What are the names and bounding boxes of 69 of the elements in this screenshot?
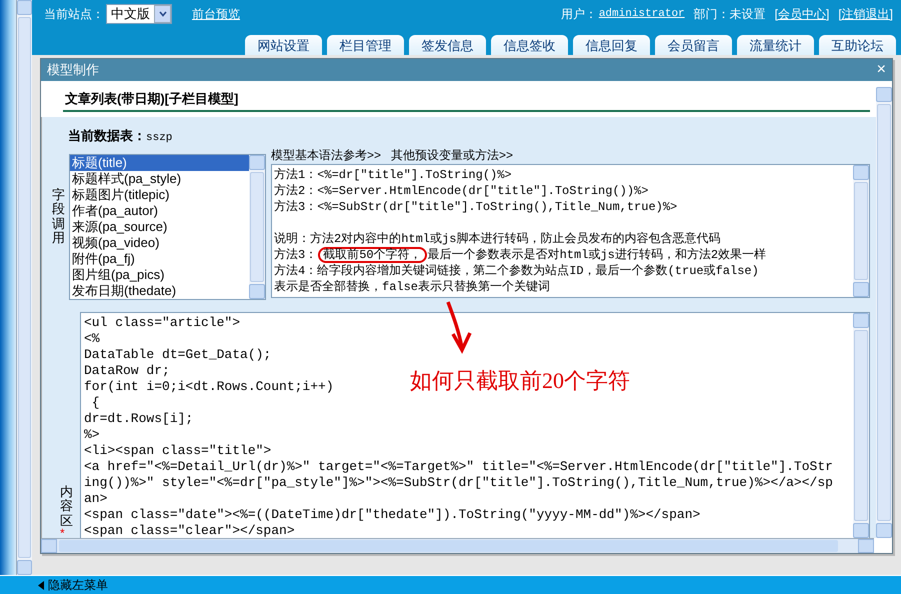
code-line: dr=dt.Rows[i]; xyxy=(84,411,194,427)
code-line: <% xyxy=(84,331,100,347)
code-line: ing())%>" style="<%=dr["pa_style"]%>"><%=SubStr(dr["title"].ToString(),Title_Num,true)%></a></sp xyxy=(84,475,833,491)
field-item[interactable]: 附件(pa_fj) xyxy=(70,251,249,267)
preview-link[interactable]: 前台预览 xyxy=(192,6,240,22)
scrollbar[interactable] xyxy=(249,155,265,299)
code-line: <ul class="article"> xyxy=(84,315,240,331)
field-item[interactable]: 作者(pa_autor) xyxy=(70,203,249,219)
nav-tab[interactable]: 信息签收 xyxy=(491,35,568,55)
department-text: 部门：未设置 xyxy=(694,6,766,22)
left-triangle-icon[interactable] xyxy=(38,580,44,590)
content-label: 内容区 xyxy=(60,485,73,528)
hide-menu-link[interactable]: 隐藏左菜单 xyxy=(48,576,108,594)
scrollbar[interactable] xyxy=(853,165,869,297)
syntax-line: 方法2：<%=Server.HtmlEncode(dr["title"].ToString())%> xyxy=(274,183,650,199)
code-line: %> xyxy=(84,427,100,443)
member-center-link[interactable]: [会员中心] xyxy=(774,6,830,22)
field-item[interactable]: 图片组(pa_pics) xyxy=(70,267,249,283)
code-line: <li><span class="title"> xyxy=(84,443,272,459)
field-item[interactable]: 标题图片(titlepic) xyxy=(70,187,249,203)
nav-tab[interactable]: 信息回复 xyxy=(573,35,650,55)
syntax-line: 方法3： 截取前50个字符， 最后一个参数表示是否对html或js进行转码，和方法2效果一样 xyxy=(274,247,768,263)
table-label: 当前数据表： xyxy=(68,127,146,145)
code-line: { xyxy=(90,395,100,411)
user-label: 用户： xyxy=(560,6,597,22)
syntax-textarea[interactable] xyxy=(271,164,870,298)
syntax-line: 方法3：<%=SubStr(dr["title"].ToString(),Title_Num,true)%> xyxy=(274,199,678,215)
nav-tab[interactable]: 网站设置 xyxy=(245,35,322,55)
field-item[interactable]: 来源(pa_source) xyxy=(70,219,249,235)
code-line: <span class="date"><%=((DateTime)dr["thedate"]).ToString("yyyy-MM-dd")%></span> xyxy=(84,507,700,523)
syntax-line: 表示是否全部替换，false表示只替换第一个关键词 xyxy=(274,279,552,295)
code-line: DataRow dr; xyxy=(84,363,170,379)
syntax-line: 说明：方法2对内容中的html或js脚本进行转码，防止会员发布的内容包含恶意代码 xyxy=(274,231,722,247)
code-line: <span class="clear"></span> xyxy=(84,523,295,539)
logout-link[interactable]: [注销退出] xyxy=(838,6,893,22)
field-item[interactable]: 标题(title) xyxy=(70,155,249,171)
code-line: an> xyxy=(84,491,108,507)
horizontal-scrollbar[interactable] xyxy=(41,538,874,553)
dialog-title: 模型制作 xyxy=(47,61,99,79)
required-mark: * xyxy=(60,528,66,538)
syntax-link[interactable]: 模型基本语法参考>> xyxy=(271,146,382,164)
code-editor[interactable] xyxy=(80,312,870,538)
syntax-link[interactable]: 其他预设变量或方法>> xyxy=(391,146,514,164)
nav-tab[interactable]: 会员留言 xyxy=(655,35,732,55)
field-list[interactable]: 标题(title) 标题样式(pa_style) 标题图片(titlepic) 作者(pa_autor) 来源(pa_source) 视频(pa_video) 附件(pa_fj) 图片组(pa_pics) 发布日期(thedate) xyxy=(69,154,266,300)
nav-tab[interactable]: 签发信息 xyxy=(409,35,486,55)
table-name: sszp xyxy=(146,132,172,144)
site-label: 当前站点： xyxy=(44,6,104,22)
model-heading: 文章列表(带日期)[子栏目模型] xyxy=(63,90,870,112)
field-item[interactable]: 发布日期(thedate) xyxy=(70,283,249,299)
syntax-line: 方法4：给字段内容增加关键词链接，第二个参数为站点ID，最后一个参数(true或false) xyxy=(274,263,760,279)
code-line: DataTable dt=Get_Data(); xyxy=(84,347,272,363)
syntax-line: 方法1：<%=dr["title"].ToString()%> xyxy=(274,167,513,183)
nav-tab[interactable]: 栏目管理 xyxy=(327,35,404,55)
nav-tab[interactable]: 互助论坛 xyxy=(819,35,896,55)
annotation-text: 如何只截取前20个字符 xyxy=(410,367,630,395)
scrollbar[interactable] xyxy=(853,313,869,538)
scrollbar[interactable] xyxy=(16,0,32,575)
code-line: for(int i=0;i<dt.Rows.Count;i++) xyxy=(84,379,334,395)
scrollbar[interactable] xyxy=(876,87,892,538)
site-select[interactable]: 中文版 xyxy=(106,4,172,24)
username-link[interactable]: administrator xyxy=(598,8,685,20)
close-button[interactable]: × xyxy=(876,61,886,79)
annotation-arrow xyxy=(446,301,472,354)
fields-label: 字段调用 xyxy=(52,188,65,247)
field-item[interactable]: 标题样式(pa_style) xyxy=(70,171,249,187)
code-line: <a href="<%=Detail_Url(dr)%>" target="<%=Target%>" title="<%=Server.HtmlEncode(dr["title"].ToStr xyxy=(84,459,833,475)
field-item[interactable]: 视频(pa_video) xyxy=(70,235,249,251)
nav-tab[interactable]: 流量统计 xyxy=(737,35,814,55)
